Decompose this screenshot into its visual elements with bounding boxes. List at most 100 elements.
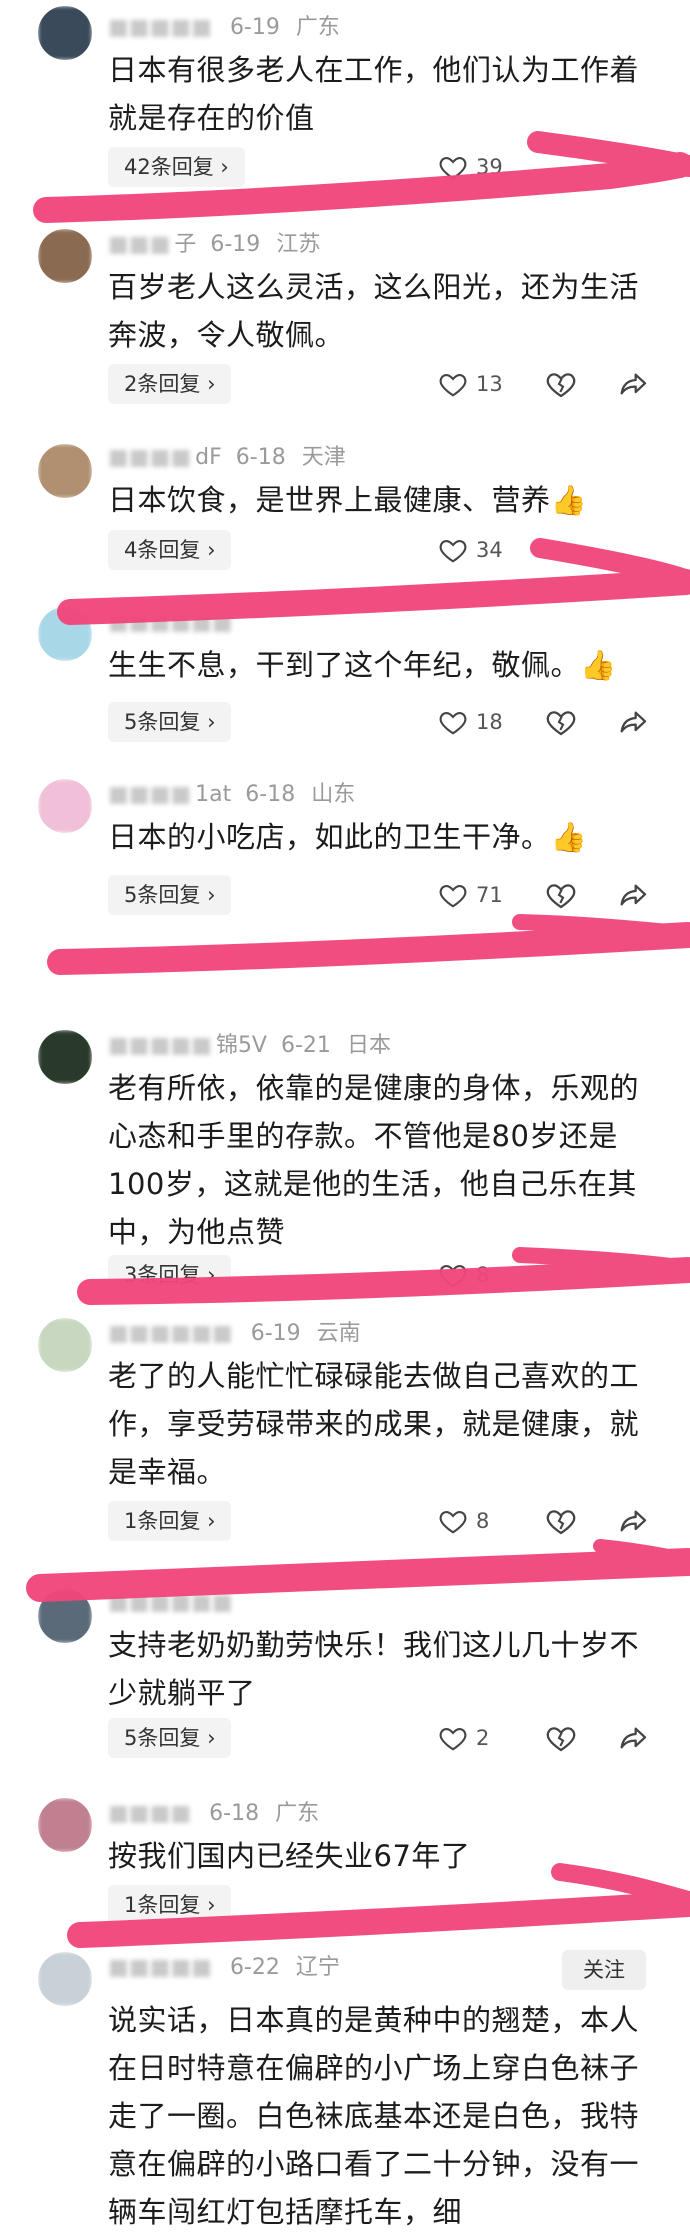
comment-date: 6-19 (229, 15, 280, 40)
heart-outline-icon (439, 156, 467, 180)
username-blurred[interactable]: ■■■■ (108, 777, 191, 813)
avatar[interactable] (38, 779, 92, 833)
comment-date: 6-18 (235, 445, 286, 470)
comment-meta: ■■■■■ 6-19 广东 (108, 10, 340, 46)
share-button[interactable] (617, 1722, 649, 1758)
replies-label: 5条回复 (124, 710, 201, 734)
avatar[interactable] (38, 444, 92, 498)
replies-button[interactable]: 1条回复 › (108, 1501, 232, 1541)
share-button[interactable] (617, 879, 649, 915)
chevron-right-icon: › (207, 372, 216, 396)
username-blurred[interactable]: ■■■■■■ (108, 1316, 233, 1352)
share-button[interactable] (617, 1505, 649, 1541)
dislike-button[interactable] (545, 706, 577, 742)
share-arrow-icon (620, 711, 647, 733)
replies-button[interactable]: 5条回复 › (108, 875, 232, 915)
chevron-right-icon: › (207, 1509, 216, 1533)
comment-location: 山东 (311, 782, 356, 807)
comment-meta: ■■■■ dF 6-18 天津 (108, 440, 346, 476)
username-blurred[interactable]: ■■■ (108, 227, 170, 263)
dislike-button[interactable] (545, 368, 577, 404)
comment-date: 6-19 (250, 1321, 301, 1346)
comment-meta: ■■■■■■ (108, 1585, 267, 1621)
broken-heart-icon (546, 1727, 576, 1752)
like-count: 8 (476, 1509, 490, 1533)
highlight-stroke (512, 914, 690, 942)
avatar[interactable] (38, 1798, 92, 1852)
comment-text: 说实话，日本真的是黄种中的翘楚，本人在日时特意在偏辟的小广场上穿白色袜子走了一圈… (108, 2003, 640, 2229)
username-blurred[interactable]: ■■■■ (108, 440, 191, 476)
dislike-button[interactable] (545, 1722, 577, 1758)
avatar[interactable] (38, 607, 92, 661)
comment-date: 6-19 (210, 232, 261, 257)
comment-actions: 2条回复 › 13 (0, 359, 690, 411)
replies-label: 5条回复 (124, 1726, 201, 1750)
comment-meta: ■■■■■■ 6-19 云南 (108, 1316, 361, 1352)
comment-actions: 1条回复 › (0, 1880, 690, 1932)
comment-meta: ■■■■ 6-18 广东 (108, 1796, 319, 1832)
heart-outline-icon (439, 1264, 467, 1288)
username-blurred[interactable]: ■■■■■ (108, 10, 212, 46)
replies-button[interactable]: 2条回复 › (108, 364, 232, 404)
broken-heart-icon (546, 884, 576, 909)
replies-label: 1条回复 (124, 1509, 201, 1533)
share-arrow-icon (620, 373, 647, 395)
heart-outline-icon (439, 884, 467, 908)
username-blurred[interactable]: ■■■■■■ (108, 605, 233, 641)
replies-button[interactable]: 5条回复 › (108, 1718, 232, 1758)
avatar[interactable] (38, 1318, 92, 1372)
comment-date: 6-18 (209, 1801, 260, 1826)
dislike-button[interactable] (545, 879, 577, 915)
comment-text: 生生不息，干到了这个年纪，敬佩。👍 (108, 648, 617, 682)
comment-text: 支持老奶奶勤劳快乐！我们这儿几十岁不少就躺平了 (108, 1628, 640, 1710)
avatar[interactable] (38, 1952, 92, 2006)
comment-date: 6-21 (281, 1033, 331, 1058)
replies-button[interactable]: 1条回复 › (108, 1885, 232, 1925)
avatar[interactable] (38, 1030, 92, 1084)
share-arrow-icon (620, 1510, 647, 1532)
comment-date: 6-18 (245, 782, 296, 807)
replies-label: 3条回复 (124, 1263, 201, 1287)
comment-text: 百岁老人这么灵活，这么阳光，还为生活奔波，令人敬佩。 (108, 270, 640, 352)
like-count: 8 (476, 1263, 490, 1287)
replies-label: 5条回复 (124, 883, 201, 907)
comment-location: 广东 (275, 1801, 320, 1826)
replies-label: 4条回复 (124, 538, 201, 562)
heart-outline-icon (439, 1510, 467, 1534)
comment-location: 天津 (301, 445, 346, 470)
dislike-button[interactable] (545, 1505, 577, 1541)
replies-button[interactable]: 3条回复 › (108, 1255, 232, 1295)
avatar[interactable] (38, 229, 92, 283)
replies-label: 1条回复 (124, 1893, 201, 1917)
like-count: 2 (476, 1726, 490, 1750)
username-blurred[interactable]: ■■■■■ (108, 1950, 212, 1986)
replies-button[interactable]: 5条回复 › (108, 702, 232, 742)
like-count: 34 (476, 538, 503, 562)
like-count: 71 (476, 883, 503, 907)
comment-text: 日本饮食，是世界上最健康、营养👍 (108, 483, 588, 517)
avatar[interactable] (38, 1589, 92, 1643)
replies-label: 2条回复 (124, 372, 201, 396)
username-blurred[interactable]: ■■■■ (108, 1796, 191, 1832)
replies-button[interactable]: 42条回复 › (108, 147, 245, 187)
comment-location: 广东 (295, 15, 340, 40)
comment-date: 6-22 (229, 1955, 280, 1980)
comment-actions: 42条回复 › 39 (0, 142, 690, 194)
username-blurred[interactable]: ■■■■■ (108, 1028, 212, 1064)
share-button[interactable] (617, 368, 649, 404)
chevron-right-icon: › (207, 883, 216, 907)
avatar[interactable] (38, 6, 92, 60)
broken-heart-icon (546, 373, 576, 398)
share-button[interactable] (617, 706, 649, 742)
comment-location: 日本 (346, 1033, 391, 1058)
comment-actions: 5条回复 › 2 (0, 1713, 690, 1765)
comment-text: 日本有很多老人在工作，他们认为工作着就是存在的价值 (108, 53, 640, 135)
username-suffix: 锦5V (215, 1033, 267, 1058)
follow-button[interactable]: 关注 (562, 1950, 646, 1990)
comment-meta: ■■■■ 1at 6-18 山东 (108, 777, 355, 813)
username-blurred[interactable]: ■■■■■■ (108, 1585, 233, 1621)
like-count: 18 (476, 710, 503, 734)
replies-button[interactable]: 4条回复 › (108, 530, 232, 570)
heart-outline-icon (439, 1727, 467, 1751)
comment-location: 辽宁 (295, 1955, 340, 1980)
